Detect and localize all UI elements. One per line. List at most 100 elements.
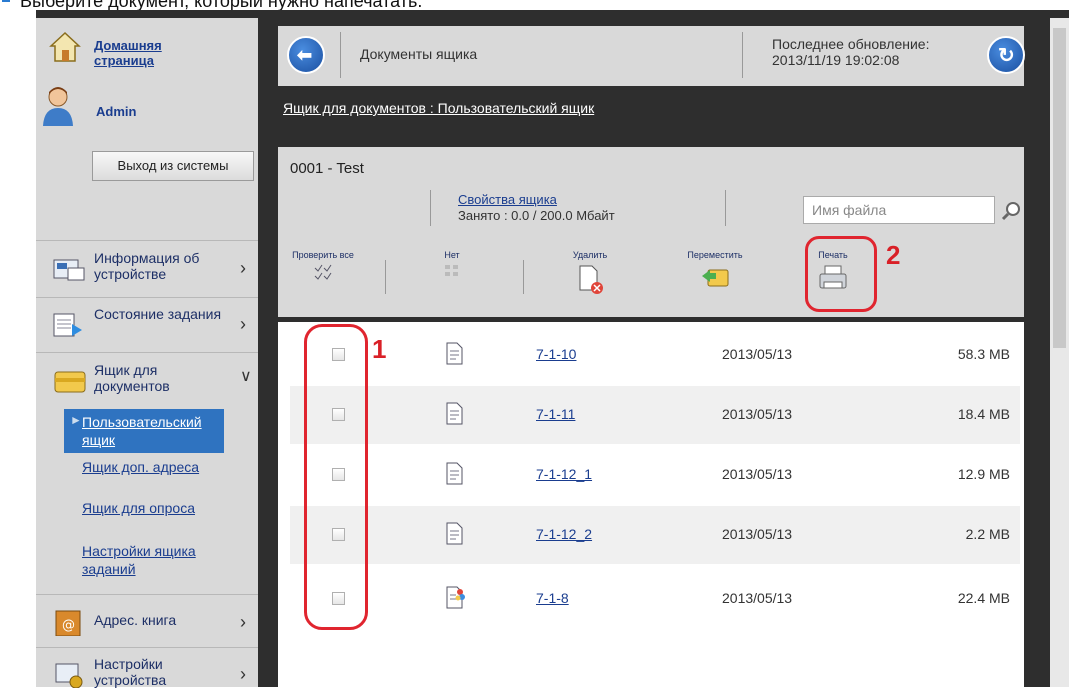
select-none-icon bbox=[445, 265, 458, 276]
subitem-label: Пользовательский ящик bbox=[82, 414, 202, 448]
sidebar-item-device-info[interactable]: Информация об устройстве › bbox=[36, 244, 258, 292]
chevron-down-icon: ∨ bbox=[240, 368, 252, 385]
logout-button[interactable]: Выход из системы bbox=[92, 151, 254, 181]
panel-divider bbox=[430, 190, 431, 226]
box-panel bbox=[278, 147, 1024, 317]
file-name-link[interactable]: 7-1-11 bbox=[536, 406, 575, 422]
svg-text:@: @ bbox=[62, 618, 75, 633]
check-all-icon bbox=[314, 264, 332, 280]
sidebar-divider bbox=[36, 352, 258, 353]
document-icon bbox=[446, 522, 463, 545]
header-divider bbox=[742, 32, 743, 78]
table-row[interactable]: 7-1-12_2 2013/05/13 2.2 MB bbox=[290, 506, 1020, 564]
sidebar-subitem-job-box-settings[interactable]: Настройки ящика заданий bbox=[82, 542, 222, 578]
file-size: 58.3 MB bbox=[957, 346, 1010, 362]
print-highlight bbox=[805, 236, 877, 312]
job-status-icon bbox=[53, 313, 82, 337]
panel-divider bbox=[725, 190, 726, 226]
chevron-right-icon: › bbox=[240, 258, 246, 278]
file-date: 2013/05/13 bbox=[722, 346, 793, 362]
file-date: 2013/05/13 bbox=[722, 466, 793, 482]
user-name: Admin bbox=[96, 104, 137, 119]
scrollbar-thumb[interactable] bbox=[1053, 28, 1066, 348]
user-area: Admin bbox=[36, 80, 258, 140]
sidebar-item-label: Настройки устройства bbox=[94, 656, 167, 688]
check-all-button[interactable]: Проверить все bbox=[283, 250, 363, 280]
filename-search-input[interactable] bbox=[803, 196, 995, 224]
user-avatar-icon bbox=[43, 87, 73, 126]
table-row[interactable]: 7-1-12_1 2013/05/13 12.9 MB bbox=[290, 446, 1020, 504]
file-date: 2013/05/13 bbox=[722, 526, 793, 542]
header-divider bbox=[340, 32, 341, 78]
callout-2: 2 bbox=[886, 240, 901, 270]
back-button[interactable]: ⬅ bbox=[287, 36, 325, 74]
sidebar-item-label: Состояние задания bbox=[94, 306, 222, 322]
last-updated-label: Последнее обновление: bbox=[772, 36, 930, 52]
box-properties-link[interactable]: Свойства ящика bbox=[458, 192, 557, 207]
refresh-button[interactable]: ↻ bbox=[987, 36, 1025, 74]
file-name-link[interactable]: 7-1-12_1 bbox=[536, 466, 592, 482]
page-title: Документы ящика bbox=[360, 46, 478, 62]
document-icon bbox=[446, 462, 463, 485]
document-icon bbox=[446, 342, 463, 365]
search-icon[interactable] bbox=[1000, 200, 1022, 222]
document-icon bbox=[446, 402, 463, 425]
arrow-left-icon: ⬅ bbox=[297, 45, 313, 65]
select-none-label: Нет bbox=[444, 250, 460, 260]
table-row[interactable]: 7-1-11 2013/05/13 18.4 MB bbox=[290, 386, 1020, 444]
last-updated-value: 2013/11/19 19:02:08 bbox=[772, 52, 900, 68]
chevron-right-icon: › bbox=[240, 664, 246, 684]
file-date: 2013/05/13 bbox=[722, 406, 793, 422]
table-row[interactable]: 7-1-8 2013/05/13 22.4 MB bbox=[290, 570, 1020, 628]
toolbar-divider bbox=[523, 260, 524, 294]
sidebar-item-device-settings[interactable]: Настройки устройства › bbox=[36, 650, 258, 698]
delete-icon bbox=[579, 265, 603, 294]
select-none-button[interactable]: Нет bbox=[415, 250, 489, 278]
checkbox-highlight bbox=[304, 324, 368, 630]
home-link[interactable]: Домашняя страница bbox=[94, 38, 214, 68]
sidebar-subitem-fax-box[interactable]: Ящик доп. адреса bbox=[82, 458, 232, 476]
file-name-link[interactable]: 7-1-10 bbox=[536, 346, 576, 362]
instruction-caption: Выберите документ, который нужно напечат… bbox=[0, 0, 1069, 11]
device-info-icon bbox=[53, 259, 85, 281]
file-size: 18.4 MB bbox=[957, 406, 1010, 422]
toolbar-divider bbox=[385, 260, 386, 294]
scrollbar[interactable] bbox=[1050, 18, 1069, 687]
move-label: Переместить bbox=[687, 250, 743, 260]
delete-button[interactable]: Удалить bbox=[555, 250, 625, 294]
arrow-right-icon: ► bbox=[70, 413, 82, 427]
sidebar-subitem-polling-box[interactable]: Ящик для опроса bbox=[82, 499, 232, 517]
file-name-link[interactable]: 7-1-8 bbox=[536, 590, 569, 606]
bullet-icon bbox=[2, 0, 10, 2]
table-row[interactable]: 7-1-10 2013/05/13 58.3 MB bbox=[290, 326, 1020, 384]
sidebar-item-label: Информация об устройстве bbox=[94, 250, 200, 282]
refresh-icon: ↻ bbox=[998, 45, 1015, 67]
sidebar-item-address-book[interactable]: @ Адрес. книга › bbox=[36, 598, 258, 646]
color-document-icon bbox=[446, 586, 465, 609]
sidebar-item-document-box[interactable]: Ящик для документов ∨ bbox=[36, 356, 258, 404]
callout-1: 1 bbox=[372, 334, 387, 364]
file-date: 2013/05/13 bbox=[722, 590, 793, 606]
file-size: 2.2 MB bbox=[965, 526, 1010, 542]
sidebar-divider bbox=[36, 297, 258, 298]
device-settings-icon bbox=[55, 663, 83, 688]
sidebar-divider bbox=[36, 594, 258, 595]
sidebar-divider bbox=[36, 240, 258, 241]
file-size: 22.4 MB bbox=[957, 590, 1010, 606]
file-size: 12.9 MB bbox=[957, 466, 1010, 482]
delete-label: Удалить bbox=[572, 250, 608, 260]
check-all-label: Проверить все bbox=[292, 250, 354, 260]
chevron-right-icon: › bbox=[240, 314, 246, 334]
home-icon bbox=[49, 31, 81, 62]
move-icon bbox=[702, 269, 729, 287]
address-book-icon: @ bbox=[55, 610, 81, 636]
sidebar-item-job-status[interactable]: Состояние задания › bbox=[36, 300, 258, 348]
sidebar-subitem-custom-box[interactable]: ► Пользовательский ящик bbox=[64, 409, 224, 453]
chevron-right-icon: › bbox=[240, 612, 246, 632]
last-updated: Последнее обновление: 2013/11/19 19:02:0… bbox=[772, 36, 929, 68]
move-button[interactable]: Переместить bbox=[675, 250, 755, 288]
sidebar-item-label: Адрес. книга bbox=[94, 612, 177, 628]
file-name-link[interactable]: 7-1-12_2 bbox=[536, 526, 592, 542]
document-box-icon bbox=[54, 371, 86, 393]
breadcrumb[interactable]: Ящик для документов : Пользовательский я… bbox=[283, 100, 594, 116]
